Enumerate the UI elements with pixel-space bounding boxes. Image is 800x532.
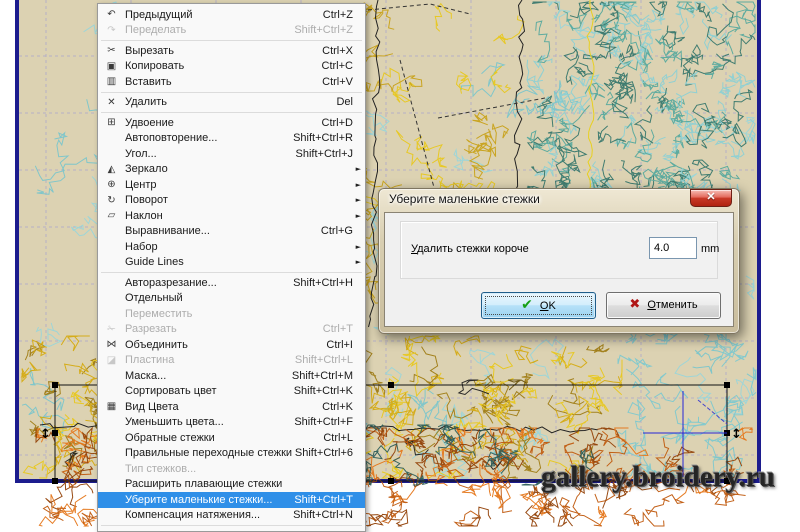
menu-item-sort-color[interactable]: Сортировать цвет Shift+Ctrl+K bbox=[98, 384, 365, 400]
ok-button-label: OK bbox=[540, 300, 556, 312]
mirror-icon: ◭ bbox=[98, 162, 125, 177]
menu-item-split[interactable]: ✁ Разрезать Ctrl+T bbox=[98, 322, 365, 338]
skew-icon: ▱ bbox=[98, 208, 125, 223]
menu-item-mirror[interactable]: ◭ Зеркало ► bbox=[98, 162, 365, 178]
submenu-arrow-icon: ► bbox=[356, 181, 361, 189]
submenu-arrow-icon: ► bbox=[356, 212, 361, 220]
join-icon: ⋈ bbox=[98, 337, 125, 352]
cancel-button[interactable]: ✖ Отменить bbox=[606, 292, 721, 319]
menu-item-skew[interactable]: ▱ Наклон ► bbox=[98, 208, 365, 224]
menu-item-copy[interactable]: ▣ Копировать Ctrl+C bbox=[98, 59, 365, 75]
submenu-arrow-icon: ► bbox=[356, 258, 361, 266]
cross-icon: ✖ bbox=[629, 297, 640, 312]
redo-icon: ↷ bbox=[98, 23, 125, 38]
menu-item-transition-stitches[interactable]: Правильные переходные стежки Shift+Ctrl+… bbox=[98, 446, 365, 462]
menu-item-redo[interactable]: ↷ Переделать Shift+Ctrl+Z bbox=[98, 23, 365, 39]
menu-item-autorepeat[interactable]: Автоповторение... Shift+Ctrl+R bbox=[98, 131, 365, 147]
menu-separator bbox=[101, 112, 362, 113]
menu-item-remove-small-stitches[interactable]: Уберите маленькие стежки... Shift+Ctrl+T bbox=[98, 492, 365, 508]
menu-item-cut[interactable]: ✂ Вырезать Ctrl+X bbox=[98, 43, 365, 59]
delete-icon: ✕ bbox=[98, 95, 125, 110]
menu-item-center[interactable]: ⊕ Центр ► bbox=[98, 177, 365, 193]
menu-item-plate[interactable]: ◪ Пластина Shift+Ctrl+L bbox=[98, 353, 365, 369]
cancel-button-label: Отменить bbox=[647, 299, 697, 311]
menu-item-reverse-stitches[interactable]: Обратные стежки Ctrl+L bbox=[98, 430, 365, 446]
dialog-title: Уберите маленькие стежки bbox=[389, 192, 540, 206]
menu-separator bbox=[101, 92, 362, 93]
context-menu: ↶ Предыдущий Ctrl+Z ↷ Переделать Shift+C… bbox=[97, 3, 366, 532]
menu-item-undo[interactable]: ↶ Предыдущий Ctrl+Z bbox=[98, 7, 365, 23]
menu-item-guide-lines[interactable]: Guide Lines ► bbox=[98, 255, 365, 271]
menu-item-separate[interactable]: Отдельный bbox=[98, 291, 365, 307]
menu-separator bbox=[101, 525, 362, 526]
menu-separator bbox=[101, 40, 362, 41]
stitch-length-label: Удалить стежки короче bbox=[411, 243, 529, 255]
menu-item-angle[interactable]: Угол... Shift+Ctrl+J bbox=[98, 146, 365, 162]
rotate-icon: ↻ bbox=[98, 193, 125, 208]
menu-item-mask[interactable]: Маска... Shift+Ctrl+M bbox=[98, 368, 365, 384]
stitch-length-input[interactable] bbox=[649, 237, 697, 259]
menu-item-paste[interactable]: ▥ Вставить Ctrl+V bbox=[98, 74, 365, 90]
menu-item-join[interactable]: ⋈ Объединить Ctrl+I bbox=[98, 337, 365, 353]
menu-item-color-view[interactable]: ▦ Вид Цвета Ctrl+K bbox=[98, 399, 365, 415]
resize-vertical-cursor: ↕ bbox=[731, 427, 742, 442]
cut-icon: ✂ bbox=[98, 43, 125, 58]
submenu-arrow-icon: ► bbox=[356, 196, 361, 204]
menu-item-reduce-colors[interactable]: Уменьшить цвета... Shift+Ctrl+F bbox=[98, 415, 365, 431]
menu-item-autosplit[interactable]: Авторазрезание... Shift+Ctrl+H bbox=[98, 275, 365, 291]
paste-icon: ▥ bbox=[98, 74, 125, 89]
plate-icon: ◪ bbox=[98, 353, 125, 368]
close-button[interactable]: ✕ bbox=[690, 189, 732, 207]
submenu-arrow-icon: ► bbox=[356, 243, 361, 251]
split-icon: ✁ bbox=[98, 322, 125, 337]
menu-item-duplicate[interactable]: ⊞ Удвоение Ctrl+D bbox=[98, 115, 365, 131]
undo-icon: ↶ bbox=[98, 7, 125, 22]
menu-item-pull-compensation[interactable]: Компенсация натяжения... Shift+Ctrl+N bbox=[98, 508, 365, 524]
menu-item-rotate[interactable]: ↻ Поворот ► bbox=[98, 193, 365, 209]
submenu-arrow-icon: ► bbox=[356, 165, 361, 173]
dialog-body: Удалить стежки короче mm ✔ OK ✖ Отменить bbox=[384, 212, 734, 327]
copy-icon: ▣ bbox=[98, 59, 125, 74]
resize-vertical-cursor: ↕ bbox=[40, 427, 51, 442]
remove-small-stitches-dialog: Уберите маленькие стежки ✕ Удалить стежк… bbox=[378, 188, 740, 334]
menu-item-align[interactable]: Выравнивание... Ctrl+G bbox=[98, 224, 365, 240]
check-icon: ✔ bbox=[521, 297, 533, 313]
unit-label: mm bbox=[701, 243, 719, 255]
menu-item-set[interactable]: Набор ► bbox=[98, 239, 365, 255]
watermark: gallery.broidery.ru bbox=[541, 460, 775, 494]
duplicate-icon: ⊞ bbox=[98, 115, 125, 130]
stitch-length-group: Удалить стежки короче mm bbox=[400, 221, 718, 279]
ok-button[interactable]: ✔ OK bbox=[481, 292, 596, 319]
menu-item-move[interactable]: Переместить bbox=[98, 306, 365, 322]
center-icon: ⊕ bbox=[98, 177, 125, 192]
menu-separator bbox=[101, 272, 362, 273]
menu-item-expand-floating[interactable]: Расширить плавающие стежки bbox=[98, 477, 365, 493]
menu-item-delete[interactable]: ✕ Удалить Del bbox=[98, 95, 365, 111]
menu-item-stitch-type[interactable]: Тип стежков... bbox=[98, 461, 365, 477]
color-view-icon: ▦ bbox=[98, 399, 125, 414]
close-icon: ✕ bbox=[706, 191, 715, 203]
